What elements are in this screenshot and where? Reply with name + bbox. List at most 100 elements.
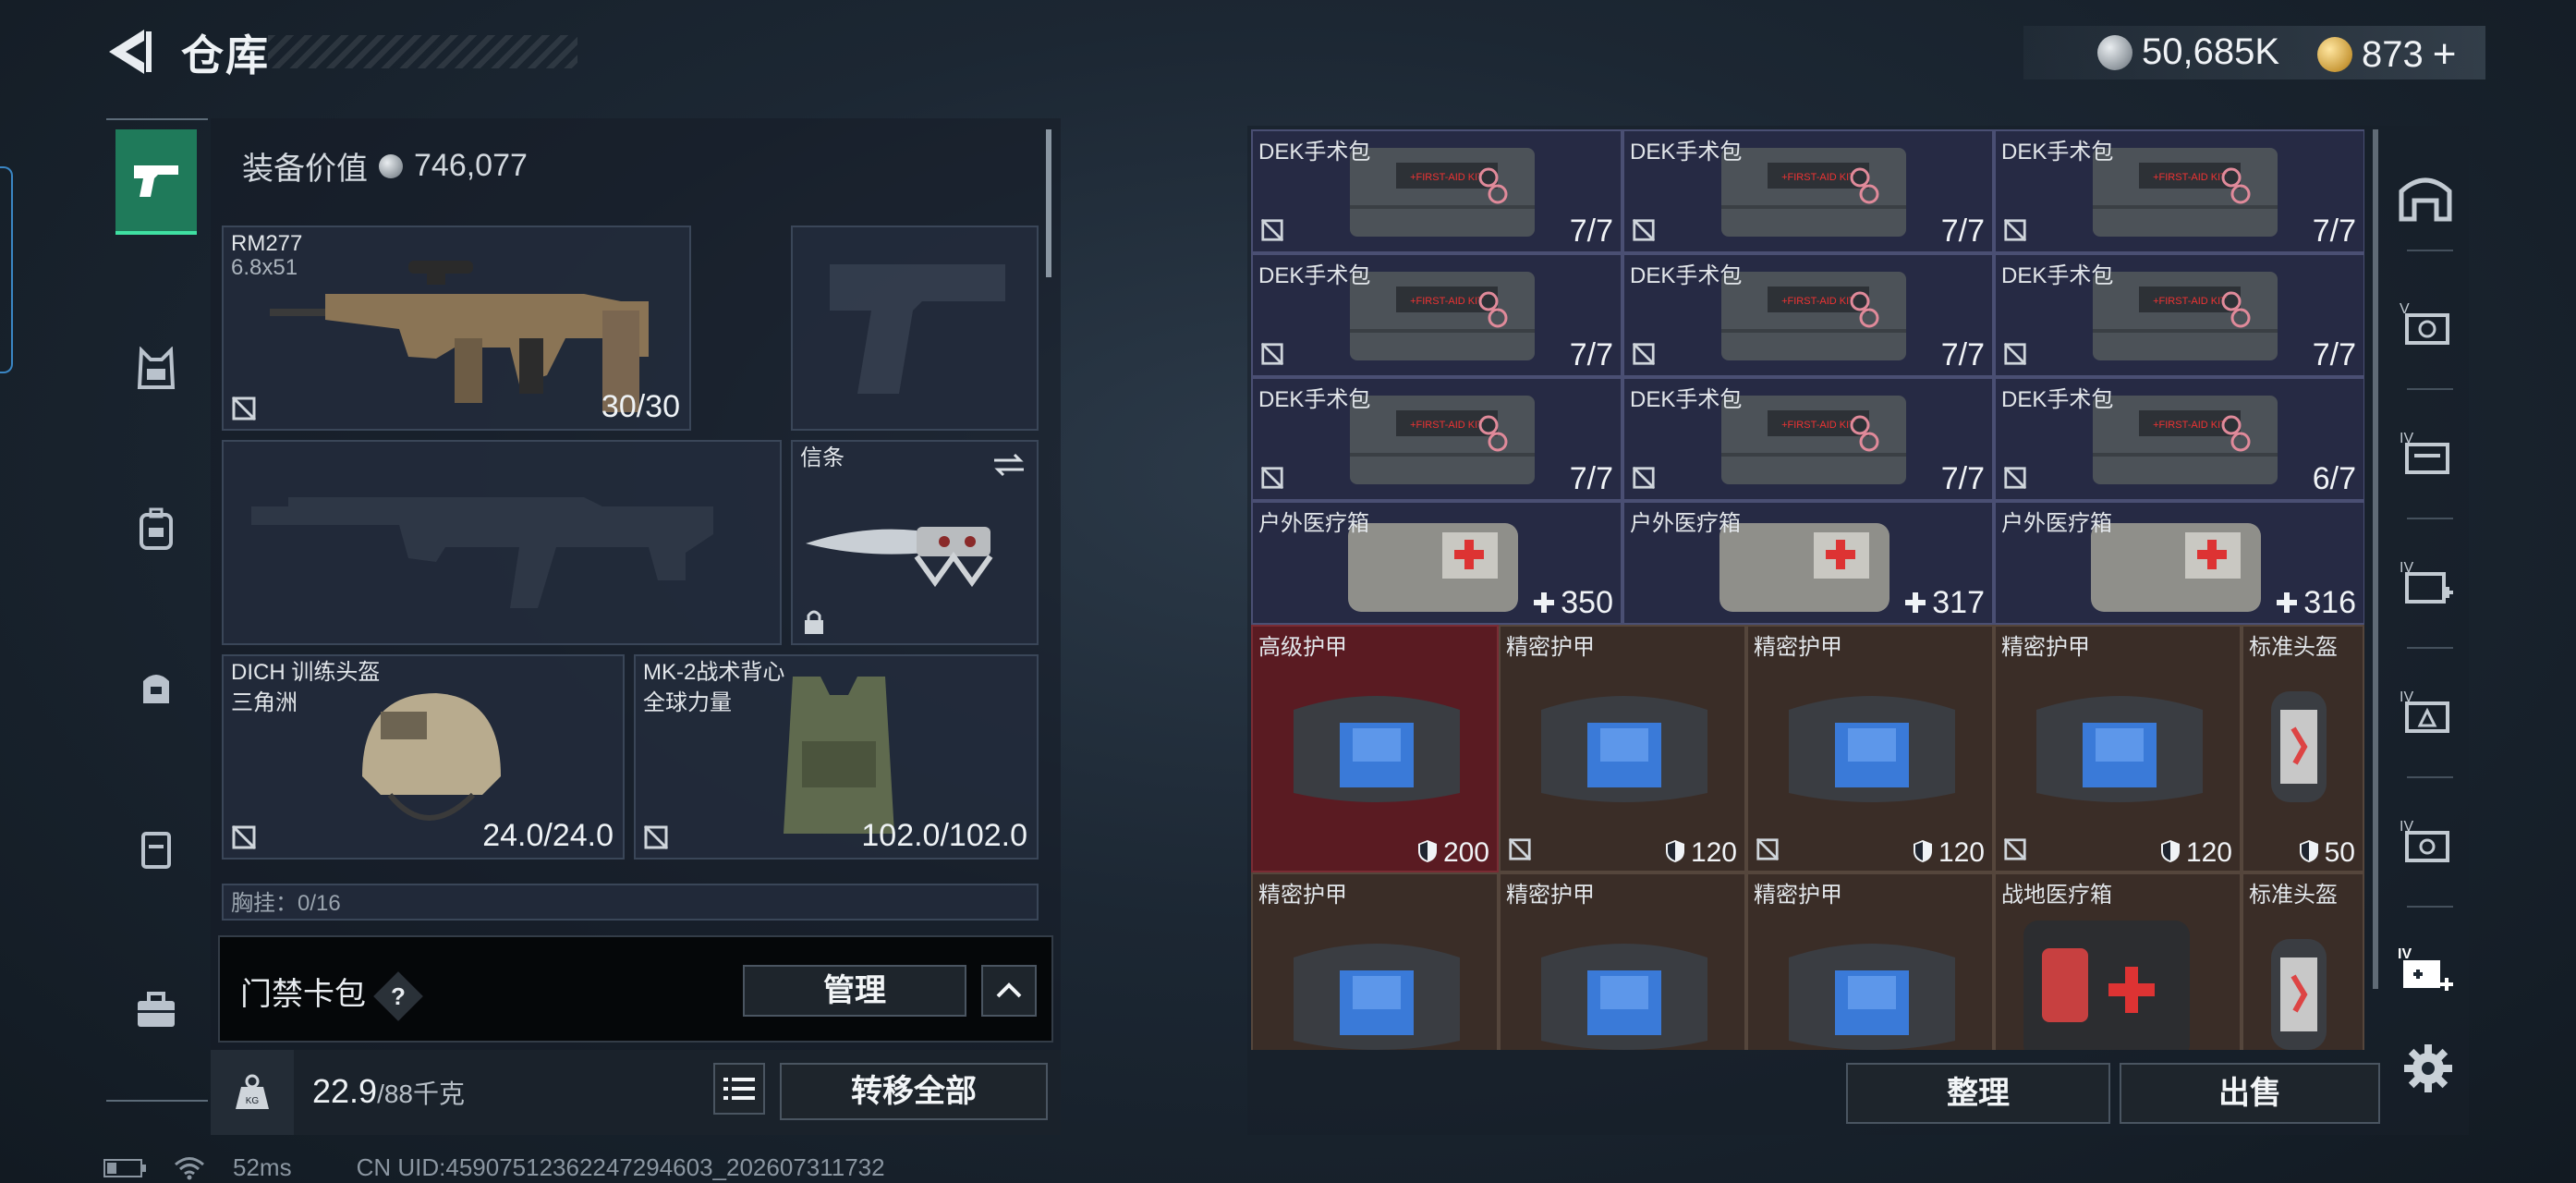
inventory-item-armor[interactable]: 精密护甲 120 (1994, 625, 2242, 872)
inventory-item-field-medkit[interactable]: 战地医疗箱 (1994, 872, 2242, 1050)
inventory-item-helmet[interactable]: 标准头盔 (2242, 872, 2364, 1050)
nav-divider (2407, 776, 2453, 778)
inventory-item-armor[interactable]: 精密护甲 (1251, 872, 1499, 1050)
inventory-item-surgery-kit[interactable]: DEK手术包 +FIRST-AID KIT 7/7 (1251, 253, 1622, 377)
inventory-item-med-box[interactable]: 户外医疗箱 350 (1251, 501, 1622, 625)
item-durability-value: 120 (1938, 837, 1985, 868)
item-name: DEK手术包 (2001, 387, 2114, 412)
list-icon (723, 1078, 755, 1100)
pistol-icon (134, 165, 178, 197)
inventory-item-surgery-kit[interactable]: DEK手术包 +FIRST-AID KIT 7/7 (1251, 129, 1622, 253)
item-name: 精密护甲 (1506, 883, 1595, 908)
nav-toolbox[interactable] (115, 959, 197, 1061)
nav-medkit-iv-add[interactable]: IV (2388, 924, 2462, 1017)
svg-text:+FIRST-AID KIT: +FIRST-AID KIT (2153, 420, 2227, 431)
heal-plus-icon (2277, 592, 2298, 613)
nav-case-iv[interactable]: IV (2388, 407, 2462, 499)
inventory-item-surgery-kit[interactable]: DEK手术包 +FIRST-AID KIT 7/7 (1622, 253, 1994, 377)
helmet-durability: 24.0/24.0 (482, 818, 614, 853)
melee-slot[interactable]: 信条 (791, 440, 1039, 645)
item-name: 精密护甲 (1754, 635, 1842, 660)
add-gold-button[interactable]: + (2433, 31, 2457, 78)
nav-pouch[interactable] (115, 636, 197, 738)
inventory-item-armor[interactable]: 精密护甲 (1746, 872, 1994, 1050)
item-count-value: 7/7 (2312, 213, 2356, 249)
nav-medkit-iv[interactable]: IV (2388, 536, 2462, 628)
weight-max: /88千克 (377, 1079, 466, 1108)
nav-storage[interactable] (2388, 152, 2462, 244)
item-count: 317 (1904, 585, 1985, 621)
svg-text:+FIRST-AID KIT: +FIRST-AID KIT (1410, 420, 1484, 431)
item-count-value: 7/7 (1569, 337, 1613, 372)
item-durability-value: 200 (1442, 837, 1489, 868)
gold-currency[interactable]: 873 + (2317, 31, 2456, 78)
no-insure-icon (1508, 837, 1532, 861)
inventory-item-surgery-kit[interactable]: DEK手术包 +FIRST-AID KIT 7/7 (1622, 377, 1994, 501)
gold-amount: 873 (2362, 33, 2424, 75)
inventory-item-armor[interactable]: 精密护甲 120 (1746, 625, 1994, 872)
nav-case-iv-2[interactable]: IV (2388, 795, 2462, 887)
no-insure-icon (1260, 218, 1284, 242)
knife-image (806, 527, 993, 588)
item-count-value: 7/7 (1569, 213, 1613, 249)
primary-weapon-slot[interactable]: RM277 6.8x51 30/30 (222, 226, 691, 431)
item-name: 户外医疗箱 (1258, 511, 1369, 536)
medkit-iv-icon: IV (2400, 560, 2453, 604)
swap-icon[interactable] (990, 451, 1027, 479)
help-icon[interactable]: ? (373, 971, 423, 1021)
inventory-item-surgery-kit[interactable]: DEK手术包 +FIRST-AID KIT 6/7 (1994, 377, 2364, 501)
item-name: DEK手术包 (1258, 263, 1371, 288)
nav-triangle-iv[interactable]: IV (2388, 665, 2462, 758)
nav-chest-rig[interactable] (115, 318, 197, 420)
inventory-item-surgery-kit[interactable]: DEK手术包 +FIRST-AID KIT 7/7 (1994, 129, 2364, 253)
expand-button[interactable] (981, 965, 1037, 1017)
item-count: 7/7 (1570, 337, 1613, 373)
chest-rig-icon (137, 347, 176, 389)
sell-button[interactable]: 出售 (2120, 1063, 2380, 1124)
inventory-scrollbar[interactable] (2373, 129, 2378, 989)
equipment-scrollbar[interactable] (1046, 129, 1051, 277)
nav-weapons[interactable] (115, 129, 197, 235)
chest-rig-slot[interactable]: 胸挂：0/16 (222, 884, 1039, 921)
settings-button[interactable] (2402, 1043, 2454, 1094)
case-iv-2-icon: IV (2400, 819, 2449, 862)
inventory-item-surgery-kit[interactable]: DEK手术包 +FIRST-AID KIT 7/7 (1994, 253, 2364, 377)
inventory-item-helmet[interactable]: 标准头盔 50 (2242, 625, 2364, 872)
durability-shield-icon (2160, 840, 2180, 862)
armor-source: 全球力量 (643, 690, 732, 715)
no-insure-icon (231, 824, 257, 850)
field-medkit-image (2023, 921, 2190, 1050)
back-button[interactable] (103, 26, 155, 78)
weight-current: 22.9 (312, 1072, 378, 1110)
transfer-all-button[interactable]: 转移全部 (780, 1063, 1048, 1120)
chevron-up-icon (996, 982, 1022, 998)
inventory-item-med-box[interactable]: 户外医疗箱 316 (1994, 501, 2364, 625)
inventory-item-med-box[interactable]: 户外医疗箱 317 (1622, 501, 1994, 625)
armor-slot[interactable]: MK-2战术背心 全球力量 102.0/102.0 (634, 654, 1039, 860)
svg-text:IV: IV (2398, 946, 2412, 962)
manage-button[interactable]: 管理 (743, 965, 966, 1017)
armor-bag-image (1541, 944, 1707, 1050)
list-view-button[interactable] (713, 1063, 765, 1115)
svg-text:+FIRST-AID KIT: +FIRST-AID KIT (2153, 296, 2227, 307)
inventory-item-armor[interactable]: 精密护甲 (1499, 872, 1746, 1050)
nav-backpack[interactable] (115, 479, 197, 580)
armor-bag-image (1789, 944, 1955, 1050)
nav-case[interactable] (115, 798, 197, 899)
pistol-slot[interactable] (791, 226, 1039, 431)
inventory-item-surgery-kit[interactable]: DEK手术包 +FIRST-AID KIT 7/7 (1251, 377, 1622, 501)
medkit-iv-add-icon: IV (2398, 946, 2453, 991)
inventory-item-armor[interactable]: 精密护甲 120 (1499, 625, 1746, 872)
chest-rig-label: 胸挂：0/16 (231, 891, 341, 916)
nav-case-v[interactable]: V (2388, 277, 2462, 370)
item-count: 7/7 (1941, 213, 1985, 250)
secondary-weapon-slot[interactable] (222, 440, 782, 645)
helmet-slot[interactable]: DICH 训练头盔 三角洲 24.0/24.0 (222, 654, 625, 860)
inventory-item-armor[interactable]: 高级护甲 200 (1251, 625, 1499, 872)
side-drawer-handle[interactable] (0, 166, 13, 373)
card-bag-label-text: 门禁卡包 (240, 977, 366, 1012)
sort-button[interactable]: 整理 (1846, 1063, 2110, 1124)
inventory-item-surgery-kit[interactable]: DEK手术包 +FIRST-AID KIT 7/7 (1622, 129, 1994, 253)
item-durability: 200 (1417, 837, 1489, 869)
item-durability: 50 (2299, 837, 2355, 869)
